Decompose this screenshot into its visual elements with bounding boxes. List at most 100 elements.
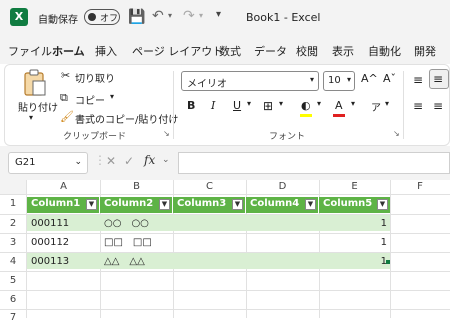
row-header[interactable]: 4 — [0, 256, 26, 267]
row-header[interactable]: 5 — [0, 275, 26, 286]
fx-dropdown-icon[interactable]: ⌄ — [162, 155, 170, 165]
font-size-box[interactable]: 10 ▾ — [323, 71, 355, 91]
name-box[interactable]: G21 ⌄ — [8, 152, 88, 174]
cut-button[interactable]: 切り取り — [75, 70, 115, 85]
tab-insert[interactable]: 挿入 — [95, 43, 117, 59]
table-header-label: Column1 — [31, 198, 81, 209]
tab-home[interactable]: ホーム — [52, 43, 85, 59]
table-cell[interactable]: 000111 — [28, 216, 100, 232]
format-painter-button[interactable]: 書式のコピー/貼り付け — [75, 111, 178, 126]
font-size-dropdown-icon[interactable]: ▾ — [347, 75, 351, 84]
table-header-cell[interactable]: Column4 ▼ — [246, 197, 318, 213]
cancel-icon[interactable]: ✕ — [106, 154, 116, 168]
bold-button[interactable]: B — [187, 99, 195, 112]
table-resize-handle[interactable] — [386, 260, 390, 264]
redo-icon[interactable]: ↷ — [183, 8, 195, 24]
tab-developer[interactable]: 開発 — [414, 43, 436, 59]
table-cell[interactable]: ○○ ○○ — [101, 216, 173, 232]
table-cell[interactable]: 000113 — [28, 254, 100, 270]
font-launcher-icon[interactable]: ↘ — [393, 129, 400, 138]
borders-icon[interactable]: ⊞ — [263, 99, 273, 113]
undo-dropdown-icon[interactable]: ▾ — [168, 11, 172, 20]
tab-page-layout[interactable]: ページ レイアウト — [132, 43, 223, 59]
name-box-dropdown-icon[interactable]: ⌄ — [74, 157, 82, 167]
table-cell[interactable] — [174, 235, 246, 251]
table-cell[interactable]: 1 — [320, 235, 390, 251]
format-painter-icon[interactable]: 🖌 — [60, 110, 74, 123]
tab-view[interactable]: 表示 — [332, 43, 354, 59]
align-top-icon[interactable]: ≡ — [413, 73, 423, 87]
underline-button[interactable]: U — [233, 99, 241, 112]
table-header-cell[interactable]: Column1 ▼ — [27, 197, 99, 213]
paste-button[interactable]: 貼り付け — [18, 99, 58, 114]
copy-dropdown-icon[interactable]: ▾ — [110, 92, 114, 101]
table-header-cell[interactable]: Column5 ▼ — [319, 197, 390, 213]
row-header[interactable]: 3 — [0, 237, 26, 248]
column-header[interactable]: F — [390, 180, 450, 194]
tab-automate[interactable]: 自動化 — [368, 43, 401, 59]
table-cell[interactable] — [174, 254, 246, 270]
filter-dropdown-icon[interactable]: ▼ — [86, 199, 97, 210]
column-header[interactable]: E — [319, 180, 390, 194]
filter-dropdown-icon[interactable]: ▼ — [232, 199, 243, 210]
grow-font-icon[interactable]: A^ — [361, 72, 378, 85]
tab-review[interactable]: 校閲 — [296, 43, 318, 59]
row-header[interactable]: 6 — [0, 294, 26, 305]
worksheet-grid[interactable]: A B C D E F 1 2 3 4 5 6 7 Column1 ▼ Colu… — [0, 180, 450, 323]
table-cell[interactable] — [247, 235, 319, 251]
autosave-toggle[interactable]: オフ — [84, 9, 120, 25]
filter-dropdown-icon[interactable]: ▼ — [305, 199, 316, 210]
underline-dropdown-icon[interactable]: ▾ — [247, 99, 251, 108]
borders-dropdown-icon[interactable]: ▾ — [279, 99, 283, 108]
cut-icon[interactable]: ✂ — [61, 69, 70, 82]
filter-dropdown-icon[interactable]: ▼ — [159, 199, 170, 210]
column-header[interactable]: D — [246, 180, 319, 194]
insert-function-icon[interactable]: fx — [144, 153, 155, 167]
italic-button[interactable]: I — [211, 99, 215, 112]
column-header[interactable]: B — [100, 180, 173, 194]
save-icon[interactable]: 💾 — [128, 9, 145, 25]
table-cell[interactable]: 1 — [320, 216, 390, 232]
select-all-corner[interactable] — [0, 180, 26, 194]
formula-input[interactable] — [178, 152, 450, 174]
table-header-cell[interactable]: Column2 ▼ — [100, 197, 172, 213]
redo-dropdown-icon[interactable]: ▾ — [199, 11, 203, 20]
table-cell[interactable]: □□ □□ — [101, 235, 173, 251]
table-cell[interactable]: △△ △△ — [101, 254, 173, 270]
enter-icon[interactable]: ✓ — [124, 154, 134, 168]
tab-data[interactable]: データ — [254, 43, 287, 59]
copy-icon[interactable]: ⧉ — [60, 91, 68, 105]
row-header[interactable]: 1 — [0, 198, 26, 209]
column-header[interactable]: C — [173, 180, 246, 194]
align-center-icon[interactable]: ≡ — [433, 99, 443, 113]
excel-app-icon: X — [10, 8, 28, 26]
fill-color-icon[interactable]: ◐ — [301, 99, 311, 112]
fill-color-dropdown-icon[interactable]: ▾ — [317, 99, 321, 108]
table-cell[interactable] — [174, 216, 246, 232]
undo-icon[interactable]: ↶ — [152, 8, 164, 24]
tab-file[interactable]: ファイル — [8, 43, 52, 59]
column-header[interactable]: A — [27, 180, 100, 194]
customize-qat-icon[interactable]: ▾ — [216, 9, 221, 20]
filter-dropdown-icon[interactable]: ▼ — [377, 199, 388, 210]
phonetic-icon[interactable]: ア — [371, 99, 381, 114]
align-middle-icon[interactable]: ≡ — [433, 72, 443, 86]
table-cell[interactable]: 000112 — [28, 235, 100, 251]
table-header-cell[interactable]: Column3 ▼ — [173, 197, 245, 213]
paste-icon[interactable] — [23, 69, 47, 97]
table-cell[interactable]: 1 — [320, 254, 390, 270]
tab-formulas[interactable]: 数式 — [219, 43, 241, 59]
font-name-box[interactable]: メイリオ ▾ — [181, 71, 319, 91]
align-left-icon[interactable]: ≡ — [413, 99, 423, 113]
font-name-dropdown-icon[interactable]: ▾ — [310, 75, 314, 84]
font-color-icon[interactable]: A — [335, 99, 343, 112]
shrink-font-icon[interactable]: Aˇ — [383, 72, 396, 85]
phonetic-dropdown-icon[interactable]: ▾ — [385, 99, 389, 108]
row-header[interactable]: 2 — [0, 218, 26, 229]
table-cell[interactable] — [247, 254, 319, 270]
table-cell[interactable] — [247, 216, 319, 232]
copy-button[interactable]: コピー — [75, 92, 105, 107]
paste-dropdown-icon[interactable]: ▾ — [29, 113, 33, 122]
clipboard-launcher-icon[interactable]: ↘ — [163, 129, 170, 138]
font-color-dropdown-icon[interactable]: ▾ — [351, 99, 355, 108]
